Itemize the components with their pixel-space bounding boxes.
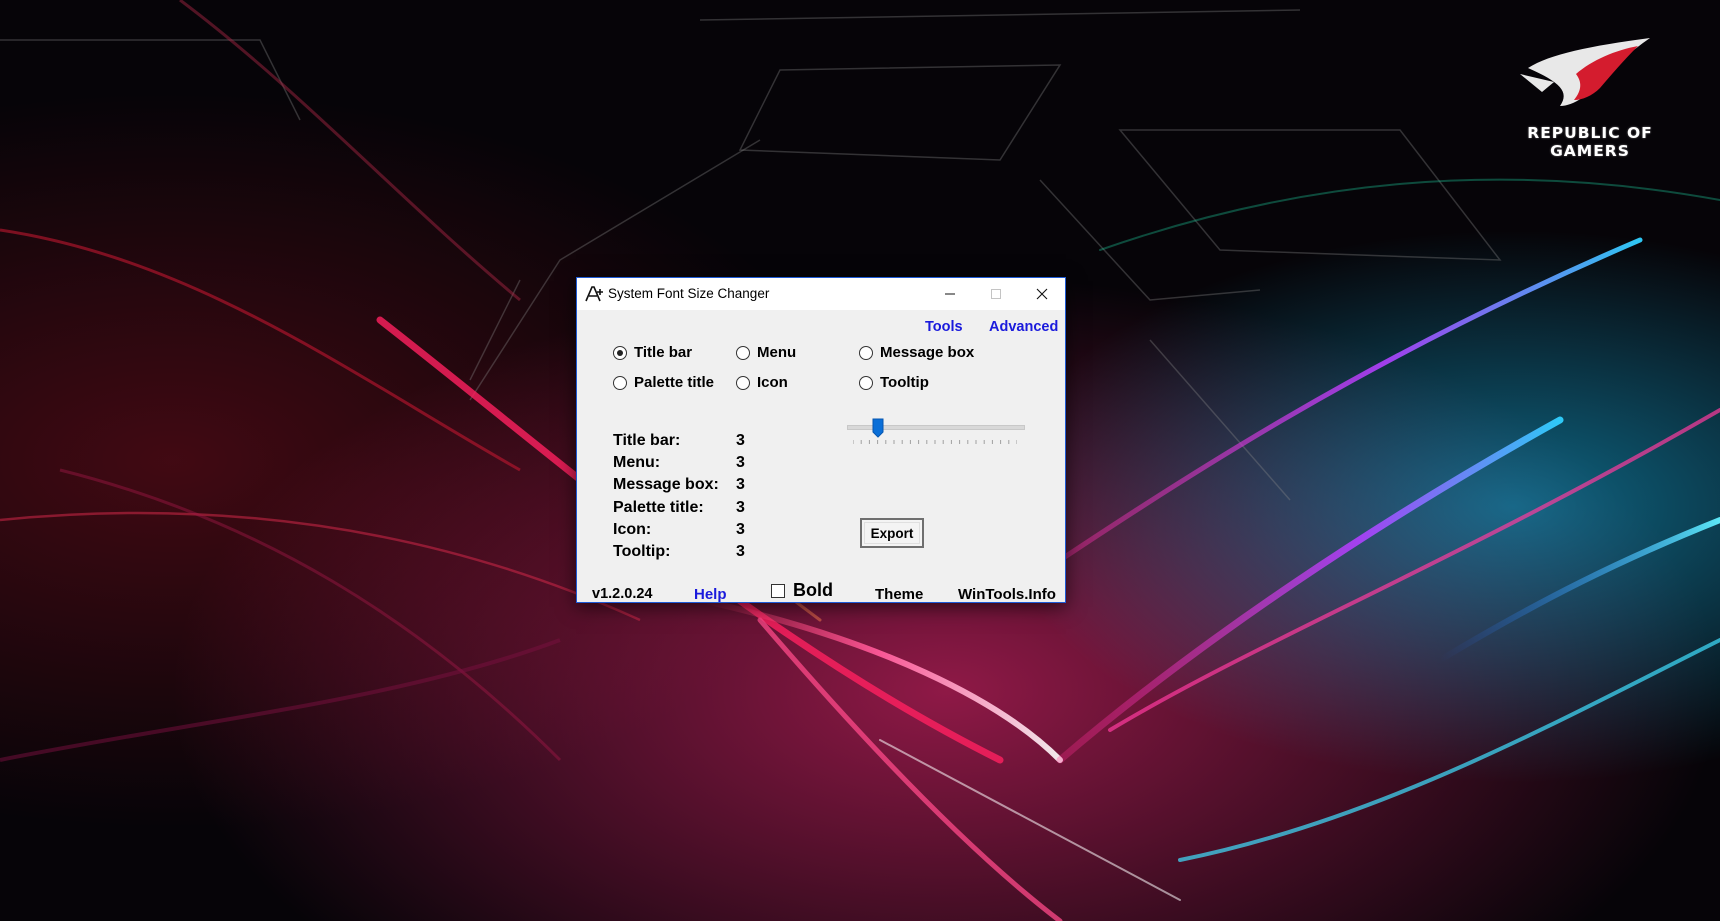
radio-tooltip[interactable]: Tooltip <box>859 374 929 391</box>
stat-value-message-box: 3 <box>736 476 745 493</box>
font-size-slider[interactable] <box>847 418 1025 450</box>
bold-checkbox[interactable]: Bold <box>771 580 833 601</box>
window-title: System Font Size Changer <box>608 286 770 301</box>
tools-link[interactable]: Tools <box>925 319 963 335</box>
minimize-icon <box>945 293 955 295</box>
rog-eye-icon <box>1520 38 1650 106</box>
minimize-button[interactable] <box>927 278 973 310</box>
radio-title-bar[interactable]: Title bar <box>613 344 692 361</box>
radio-checked-icon <box>613 345 627 360</box>
close-icon <box>1036 288 1048 300</box>
export-button-focus <box>864 522 920 544</box>
stat-value-menu: 3 <box>736 454 745 471</box>
stat-label-palette-title: Palette title: <box>613 499 704 516</box>
stat-value-title-bar: 3 <box>736 432 745 449</box>
export-button[interactable]: Export <box>860 518 924 548</box>
radio-unchecked-icon <box>613 375 627 390</box>
radio-label: Message box <box>880 344 975 361</box>
stat-label-menu: Menu: <box>613 454 661 471</box>
slider-ticks <box>853 440 1017 444</box>
radio-unchecked-icon <box>736 375 750 390</box>
bold-label: Bold <box>793 580 833 600</box>
theme-button[interactable]: Theme <box>875 586 923 603</box>
radio-message-box[interactable]: Message box <box>859 344 974 361</box>
title-bar[interactable]: System Font Size Changer <box>577 278 1065 310</box>
radio-unchecked-icon <box>736 345 750 360</box>
font-a-plus-icon <box>585 286 603 302</box>
radio-label: Tooltip <box>880 374 929 391</box>
version-label: v1.2.0.24 <box>592 586 653 602</box>
help-link[interactable]: Help <box>694 586 727 603</box>
stat-label-tooltip: Tooltip: <box>613 543 671 560</box>
radio-palette-title[interactable]: Palette title <box>613 374 714 391</box>
close-button[interactable] <box>1019 278 1065 310</box>
stat-value-palette-title: 3 <box>736 499 745 516</box>
stat-label-icon: Icon: <box>613 521 652 538</box>
stat-label-message-box: Message box: <box>613 476 719 493</box>
wintools-link[interactable]: WinTools.Info <box>958 586 1056 603</box>
maximize-button[interactable] <box>973 278 1019 310</box>
radio-unchecked-icon <box>859 375 873 390</box>
stat-label-title-bar: Title bar: <box>613 432 681 449</box>
radio-label: Icon <box>757 374 788 391</box>
maximize-icon <box>991 289 1001 299</box>
radio-unchecked-icon <box>859 345 873 360</box>
radio-label: Title bar <box>634 344 693 361</box>
radio-label: Palette title <box>634 374 715 391</box>
logo-line-2: GAMERS <box>1550 142 1630 160</box>
radio-menu[interactable]: Menu <box>736 344 796 361</box>
rog-logo: REPUBLIC OF GAMERS <box>1512 34 1668 160</box>
logo-line-1: REPUBLIC OF <box>1527 124 1653 142</box>
stat-value-tooltip: 3 <box>736 543 745 560</box>
checkbox-unchecked-icon <box>771 583 785 598</box>
stat-value-icon: 3 <box>736 521 745 538</box>
radio-label: Menu <box>757 344 797 361</box>
slider-thumb[interactable] <box>872 418 884 438</box>
app-window: System Font Size Changer Tools Advanced … <box>576 277 1066 603</box>
radio-icon[interactable]: Icon <box>736 374 788 391</box>
desktop: REPUBLIC OF GAMERS System Font Size Chan… <box>0 0 1720 921</box>
advanced-link[interactable]: Advanced <box>989 319 1058 335</box>
window-client: Tools Advanced Title bar Menu Message bo… <box>577 310 1065 603</box>
